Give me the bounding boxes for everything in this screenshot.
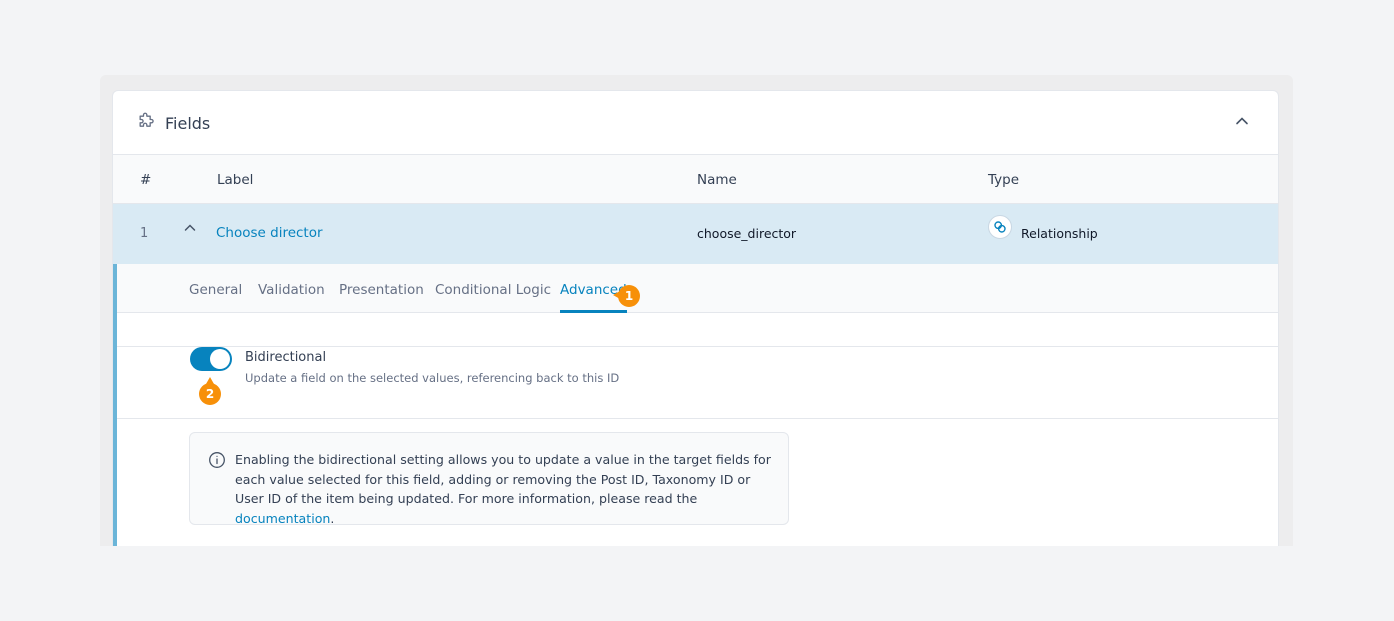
divider [117,346,1278,347]
info-body: Enabling the bidirectional setting allow… [235,452,771,506]
tab-presentation[interactable]: Presentation [339,282,424,313]
bidirectional-toggle[interactable] [190,347,232,371]
chevron-up-icon[interactable] [1234,113,1250,129]
toggle-knob [210,349,230,369]
info-text: Enabling the bidirectional setting allow… [235,450,775,528]
chevron-up-icon[interactable] [183,221,197,235]
info-notice: Enabling the bidirectional setting allow… [189,432,789,528]
tab-validation[interactable]: Validation [258,282,325,313]
field-number: 1 [140,226,149,241]
column-header-number: # [140,172,152,188]
annotation-badge-1: 1 [613,285,640,307]
annotation-badge-2: 2 [199,377,221,405]
tab-general[interactable]: General [189,282,242,313]
field-row[interactable]: 1 Choose director choose_director Relati… [113,204,1278,264]
relationship-icon [988,215,1012,239]
divider [117,418,1278,419]
info-icon [209,452,225,468]
panel-header: Fields [113,91,1278,155]
bidirectional-label: Bidirectional [245,350,327,365]
field-name: choose_director [697,226,797,241]
column-header-name: Name [697,172,737,188]
table-header: # Label Name Type [113,155,1278,204]
field-settings: General Validation Presentation Conditio… [113,264,1278,546]
column-header-type: Type [988,172,1020,188]
bidirectional-description: Update a field on the selected values, r… [245,371,620,385]
puzzle-icon [139,112,154,127]
settings-tabs: General Validation Presentation Conditio… [117,264,1278,313]
documentation-link[interactable]: documentation [235,511,330,526]
column-header-label: Label [217,172,254,188]
field-label-link[interactable]: Choose director [216,225,323,241]
info-suffix: . [330,510,335,526]
fields-panel: Fields # Label Name Type 1 Choose direct… [112,90,1279,546]
tab-conditional-logic[interactable]: Conditional Logic [435,282,551,313]
field-type: Relationship [1021,226,1098,241]
panel-title: Fields [165,114,211,133]
